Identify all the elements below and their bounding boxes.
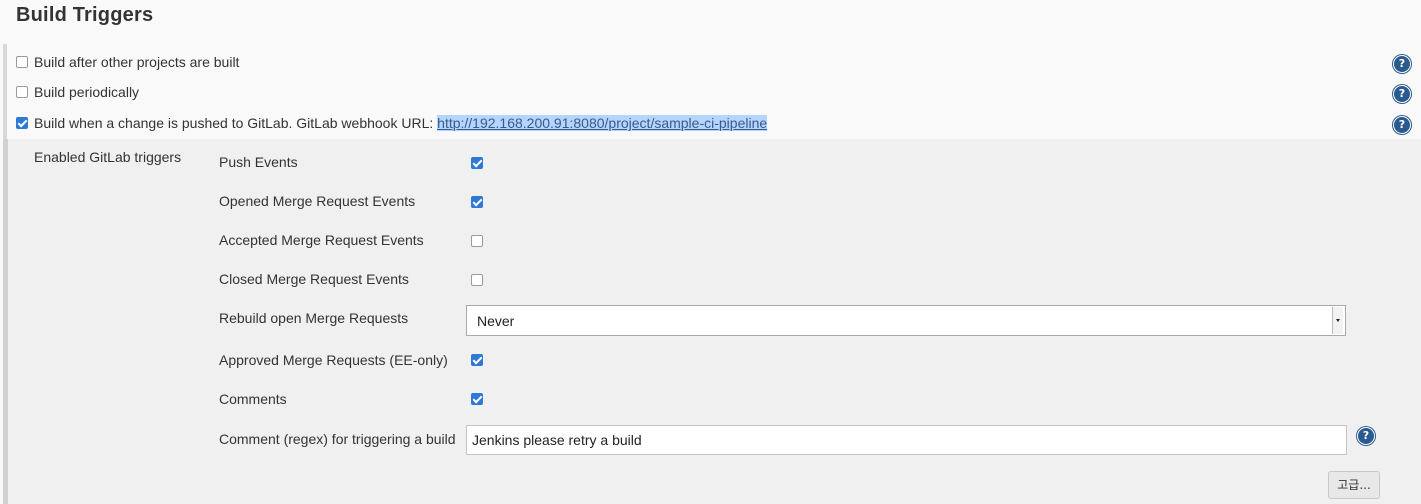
help-icon[interactable]: ? xyxy=(1393,85,1411,103)
trigger-label: Build when a change is pushed to GitLab.… xyxy=(34,115,768,131)
help-icon[interactable]: ? xyxy=(1357,427,1375,445)
opened-merge-request-events-label: Opened Merge Request Events xyxy=(219,193,416,209)
approved-merge-requests-label: Approved Merge Requests (EE-only) xyxy=(219,352,448,368)
advanced-button[interactable]: 고급... xyxy=(1328,471,1380,499)
comments-checkbox[interactable] xyxy=(471,393,483,405)
help-icon[interactable]: ? xyxy=(1393,116,1411,134)
gitlab-trigger-text: Build when a change is pushed to GitLab.… xyxy=(34,115,438,131)
trigger-build-after-other-projects: Build after other projects are built xyxy=(16,50,239,74)
trigger-gitlab-push: Build when a change is pushed to GitLab.… xyxy=(16,111,768,135)
build-triggers-page: Build Triggers Build after other project… xyxy=(0,0,1421,504)
comments-label: Comments xyxy=(219,391,287,407)
help-icon[interactable]: ? xyxy=(1393,55,1411,73)
push-events-label: Push Events xyxy=(219,154,298,170)
trigger-label: Build periodically xyxy=(34,84,140,100)
approved-merge-requests-checkbox[interactable] xyxy=(471,354,483,366)
rebuild-open-merge-requests-select[interactable]: Never xyxy=(466,305,1346,336)
gitlab-push-checkbox[interactable] xyxy=(16,117,28,129)
accepted-merge-request-events-label: Accepted Merge Request Events xyxy=(219,232,424,248)
trigger-build-periodically: Build periodically xyxy=(16,80,139,104)
chevron-down-icon xyxy=(1332,307,1343,334)
webhook-url-link[interactable]: http://192.168.200.91:8080/project/sampl… xyxy=(437,115,768,131)
build-after-other-projects-checkbox[interactable] xyxy=(16,56,28,68)
gitlab-options-border xyxy=(3,139,8,504)
trigger-label: Build after other projects are built xyxy=(34,54,240,70)
opened-merge-request-events-checkbox[interactable] xyxy=(471,196,483,208)
rebuild-open-merge-requests-label: Rebuild open Merge Requests xyxy=(219,310,409,326)
build-periodically-checkbox[interactable] xyxy=(16,86,28,98)
accepted-merge-request-events-checkbox[interactable] xyxy=(471,235,483,247)
comment-regex-label: Comment (regex) for triggering a build xyxy=(219,431,456,447)
rebuild-select-value: Never xyxy=(477,313,515,329)
comment-regex-input[interactable] xyxy=(466,425,1347,455)
enabled-gitlab-triggers-label: Enabled GitLab triggers xyxy=(34,149,182,165)
section-title: Build Triggers xyxy=(16,4,154,26)
closed-merge-request-events-label: Closed Merge Request Events xyxy=(219,271,409,287)
push-events-checkbox[interactable] xyxy=(471,157,483,169)
closed-merge-request-events-checkbox[interactable] xyxy=(471,274,483,286)
